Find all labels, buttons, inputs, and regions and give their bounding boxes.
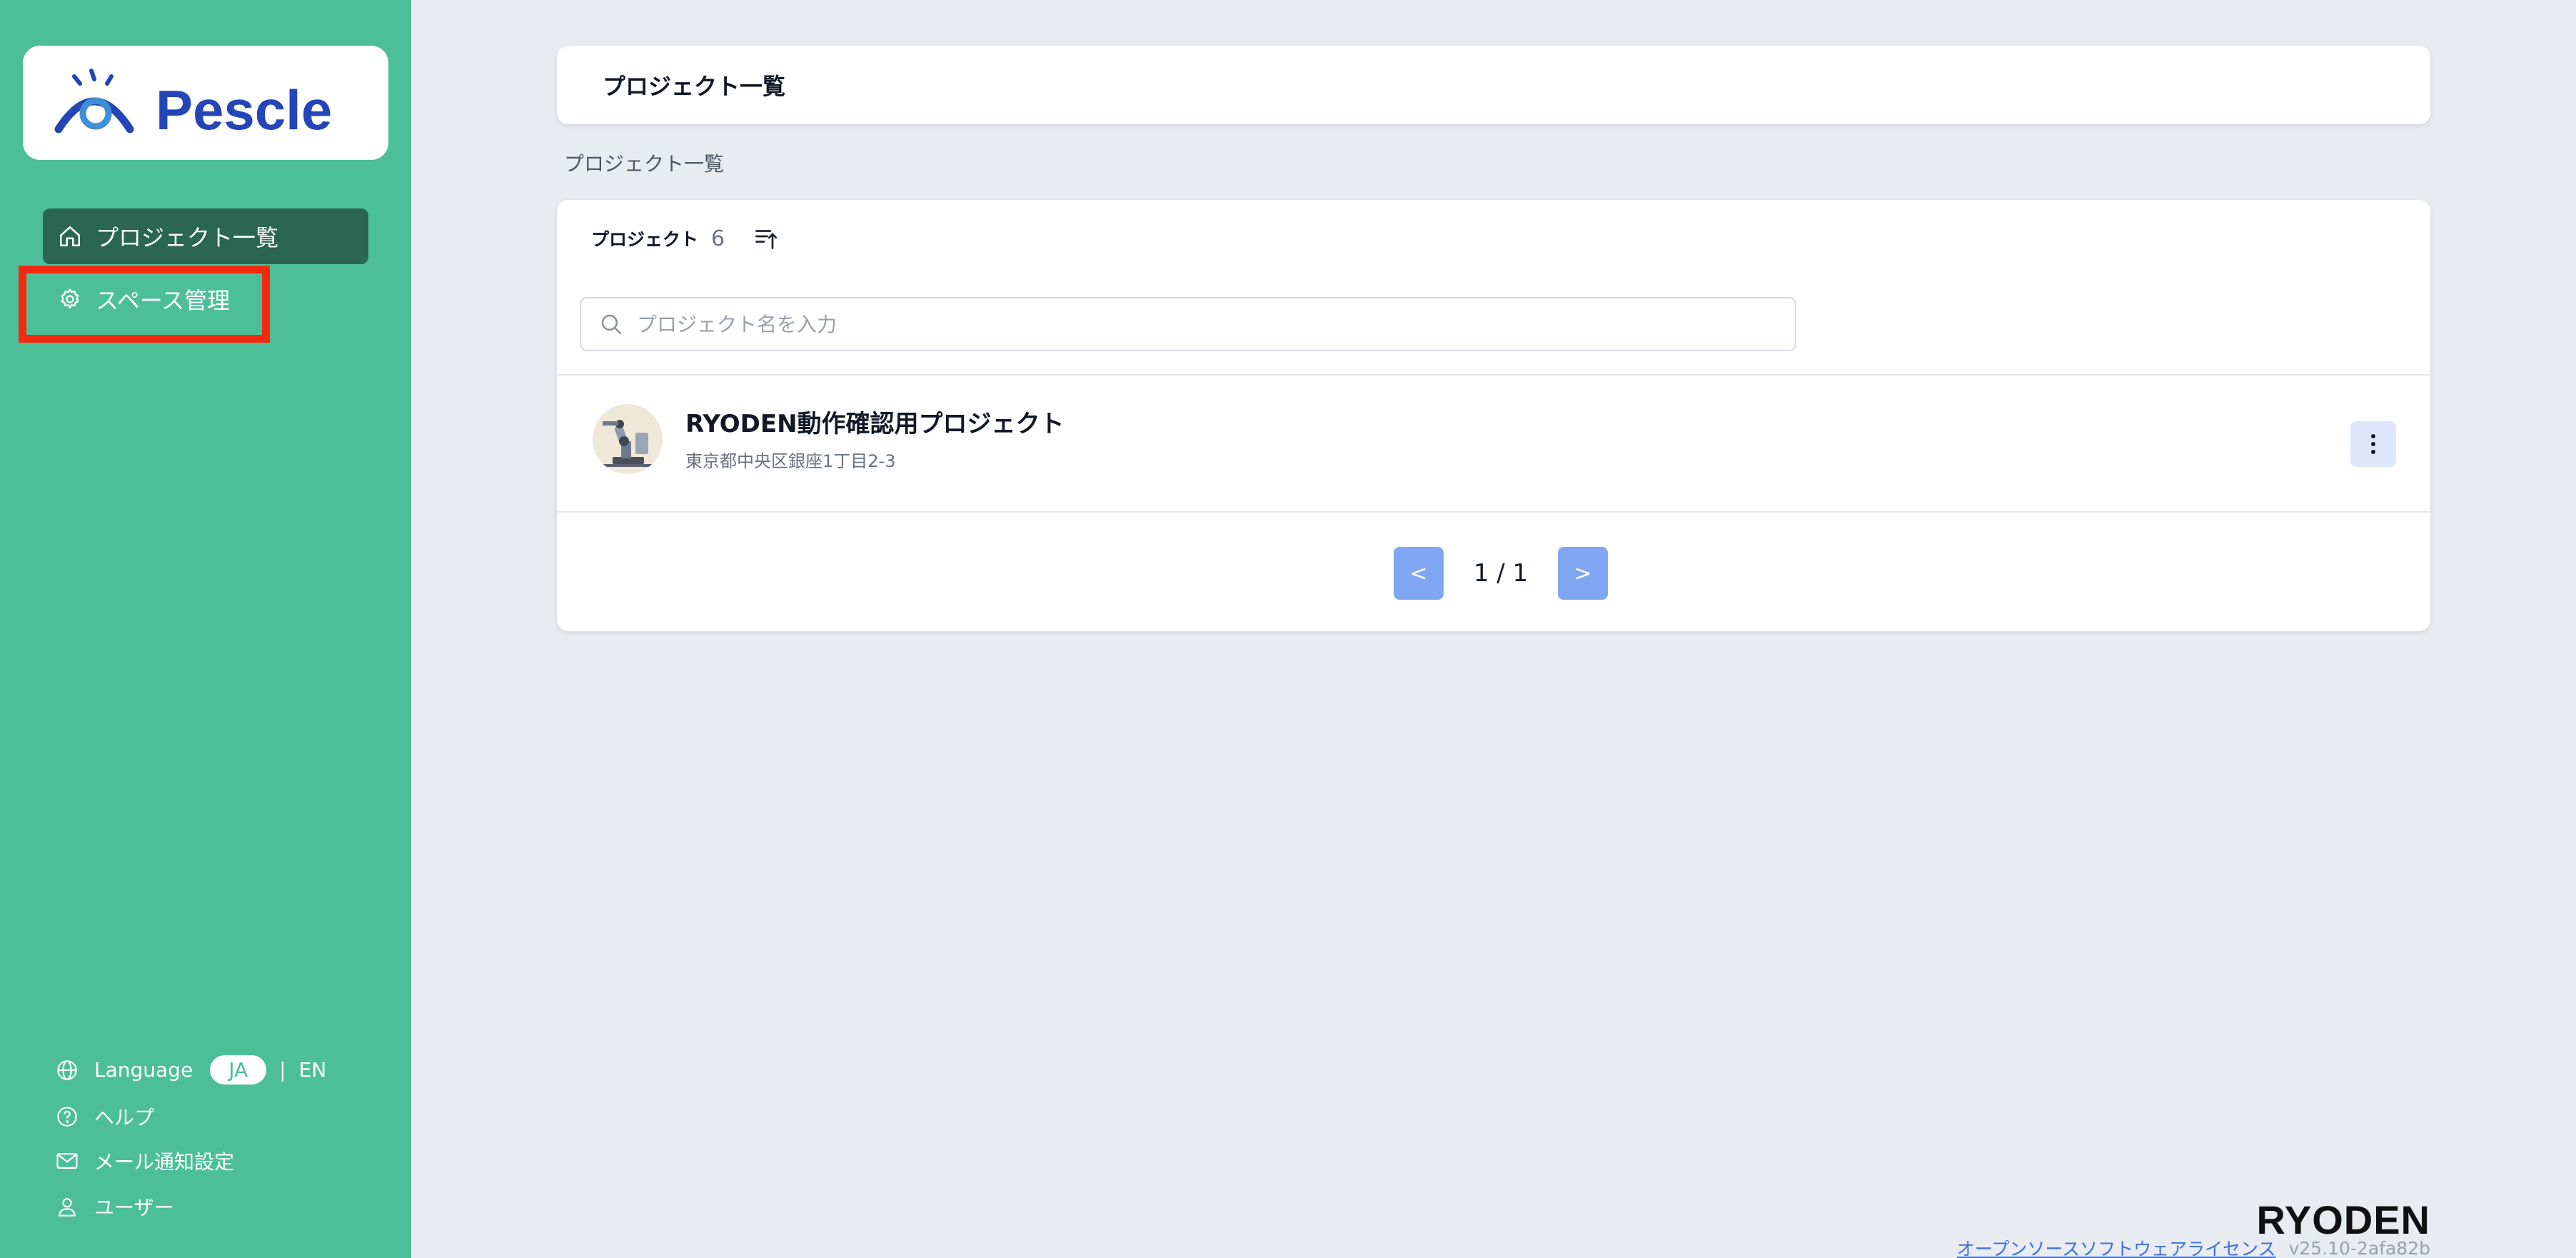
- search-input[interactable]: [637, 312, 1795, 336]
- divider: [557, 511, 2430, 513]
- pescle-logo-icon: Pescle: [54, 69, 332, 141]
- breadcrumb: プロジェクト一覧: [564, 152, 725, 176]
- page-header: プロジェクト一覧: [557, 46, 2430, 124]
- mail-settings-label: メール通知設定: [94, 1150, 235, 1174]
- more-options-button[interactable]: [2350, 421, 2396, 467]
- nav-item-label: スペース管理: [96, 287, 231, 314]
- language-switcher: Language JA | EN: [54, 1055, 326, 1085]
- svg-text:Pescle: Pescle: [156, 79, 332, 141]
- footer: オープンソースソフトウェアライセンス v25.10-2afa82b: [1957, 1235, 2430, 1258]
- sort-icon[interactable]: [752, 224, 780, 253]
- user-link[interactable]: ユーザー: [54, 1192, 173, 1221]
- page-title: プロジェクト一覧: [603, 73, 786, 100]
- language-separator: |: [279, 1058, 286, 1082]
- help-label: ヘルプ: [94, 1106, 155, 1129]
- question-icon: [54, 1104, 80, 1129]
- version-label: v25.10-2afa82b: [2288, 1237, 2430, 1258]
- mail-icon: [54, 1148, 80, 1174]
- project-address: 東京都中央区銀座1丁目2-3: [685, 451, 896, 471]
- prev-page-button[interactable]: <: [1394, 547, 1444, 600]
- kebab-icon: [2371, 434, 2375, 454]
- oss-license-link[interactable]: オープンソースソフトウェアライセンス: [1957, 1235, 2276, 1258]
- project-list-card: プロジェクト 6 RYODEN動作確認用プロジェクト: [557, 200, 2430, 631]
- mail-settings-link[interactable]: メール通知設定: [54, 1147, 234, 1175]
- nav-item-space-management[interactable]: スペース管理: [43, 271, 257, 327]
- search-icon: [597, 310, 625, 338]
- project-avatar: [593, 404, 663, 474]
- project-name[interactable]: RYODEN動作確認用プロジェクト: [685, 404, 1065, 439]
- page-indicator: 1 / 1: [1473, 559, 1529, 588]
- globe-icon: [54, 1057, 80, 1083]
- logo[interactable]: Pescle: [23, 46, 388, 160]
- gear-icon: [56, 285, 84, 313]
- user-icon: [54, 1194, 80, 1219]
- language-label: Language: [94, 1058, 193, 1082]
- project-list-header: プロジェクト 6: [591, 224, 780, 253]
- help-link[interactable]: ヘルプ: [54, 1102, 154, 1131]
- nav-item-label: プロジェクト一覧: [96, 224, 279, 251]
- sidebar: Pescle プロジェクト一覧 スペース管理 Language JA | EN …: [0, 0, 411, 1258]
- home-icon: [56, 222, 84, 251]
- language-option-ja[interactable]: JA: [210, 1055, 267, 1085]
- project-row[interactable]: RYODEN動作確認用プロジェクト 東京都中央区銀座1丁目2-3: [557, 376, 2430, 511]
- language-option-en[interactable]: EN: [299, 1058, 327, 1082]
- next-page-button[interactable]: >: [1558, 547, 1608, 600]
- project-list-label: プロジェクト: [591, 229, 699, 250]
- user-label: ユーザー: [94, 1196, 174, 1219]
- nav-item-project-list[interactable]: プロジェクト一覧: [43, 208, 368, 264]
- search-field[interactable]: [580, 297, 1796, 351]
- project-count: 6: [711, 226, 725, 251]
